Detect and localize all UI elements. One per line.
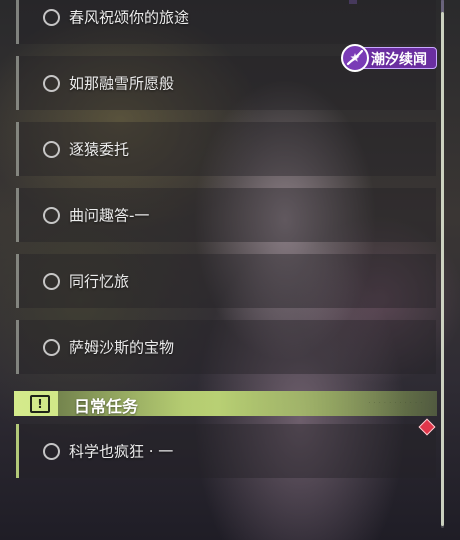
quest-label: 科学也疯狂 · 一 xyxy=(69,442,174,461)
decorative-pattern: · · · · · · · · · · · xyxy=(368,400,423,406)
quest-label: 逐猿委托 xyxy=(69,140,130,159)
incomplete-circle-icon xyxy=(43,75,60,92)
daily-quest-item[interactable]: 科学也疯狂 · 一 xyxy=(16,424,436,478)
incomplete-circle-icon xyxy=(43,9,60,26)
quest-item[interactable]: 春风祝颂你的旅途 xyxy=(16,0,436,44)
incomplete-circle-icon xyxy=(43,141,60,158)
scrollbar-top-segment xyxy=(441,0,444,12)
incomplete-circle-icon xyxy=(43,273,60,290)
quest-item[interactable]: 萨姆沙斯的宝物 xyxy=(16,320,436,374)
quest-item[interactable]: 同行忆旅 xyxy=(16,254,436,308)
daily-quests-header: ! 日常任务 · · · · · · · · · · · xyxy=(14,391,437,416)
quest-label: 如那融雪所愿般 xyxy=(69,74,175,93)
quest-item[interactable]: 曲问趣答-一 xyxy=(16,188,436,242)
quest-item[interactable]: 逐猿委托 xyxy=(16,122,436,176)
section-title: 日常任务 xyxy=(74,397,139,416)
incomplete-circle-icon xyxy=(43,339,60,356)
quest-label: 春风祝颂你的旅途 xyxy=(69,8,190,27)
scrollbar-thumb[interactable] xyxy=(441,12,444,526)
event-badge-label: 潮汐续闻 xyxy=(371,52,427,68)
event-badge[interactable]: 潮汐续闻 xyxy=(341,44,437,72)
incomplete-circle-icon xyxy=(43,443,60,460)
quest-label: 萨姆沙斯的宝物 xyxy=(69,338,175,357)
quest-label: 同行忆旅 xyxy=(69,272,130,291)
exclamation-box-icon: ! xyxy=(30,395,50,413)
star-swirl-icon xyxy=(341,44,369,72)
incomplete-circle-icon xyxy=(43,207,60,224)
quest-label: 曲问趣答-一 xyxy=(69,206,150,225)
